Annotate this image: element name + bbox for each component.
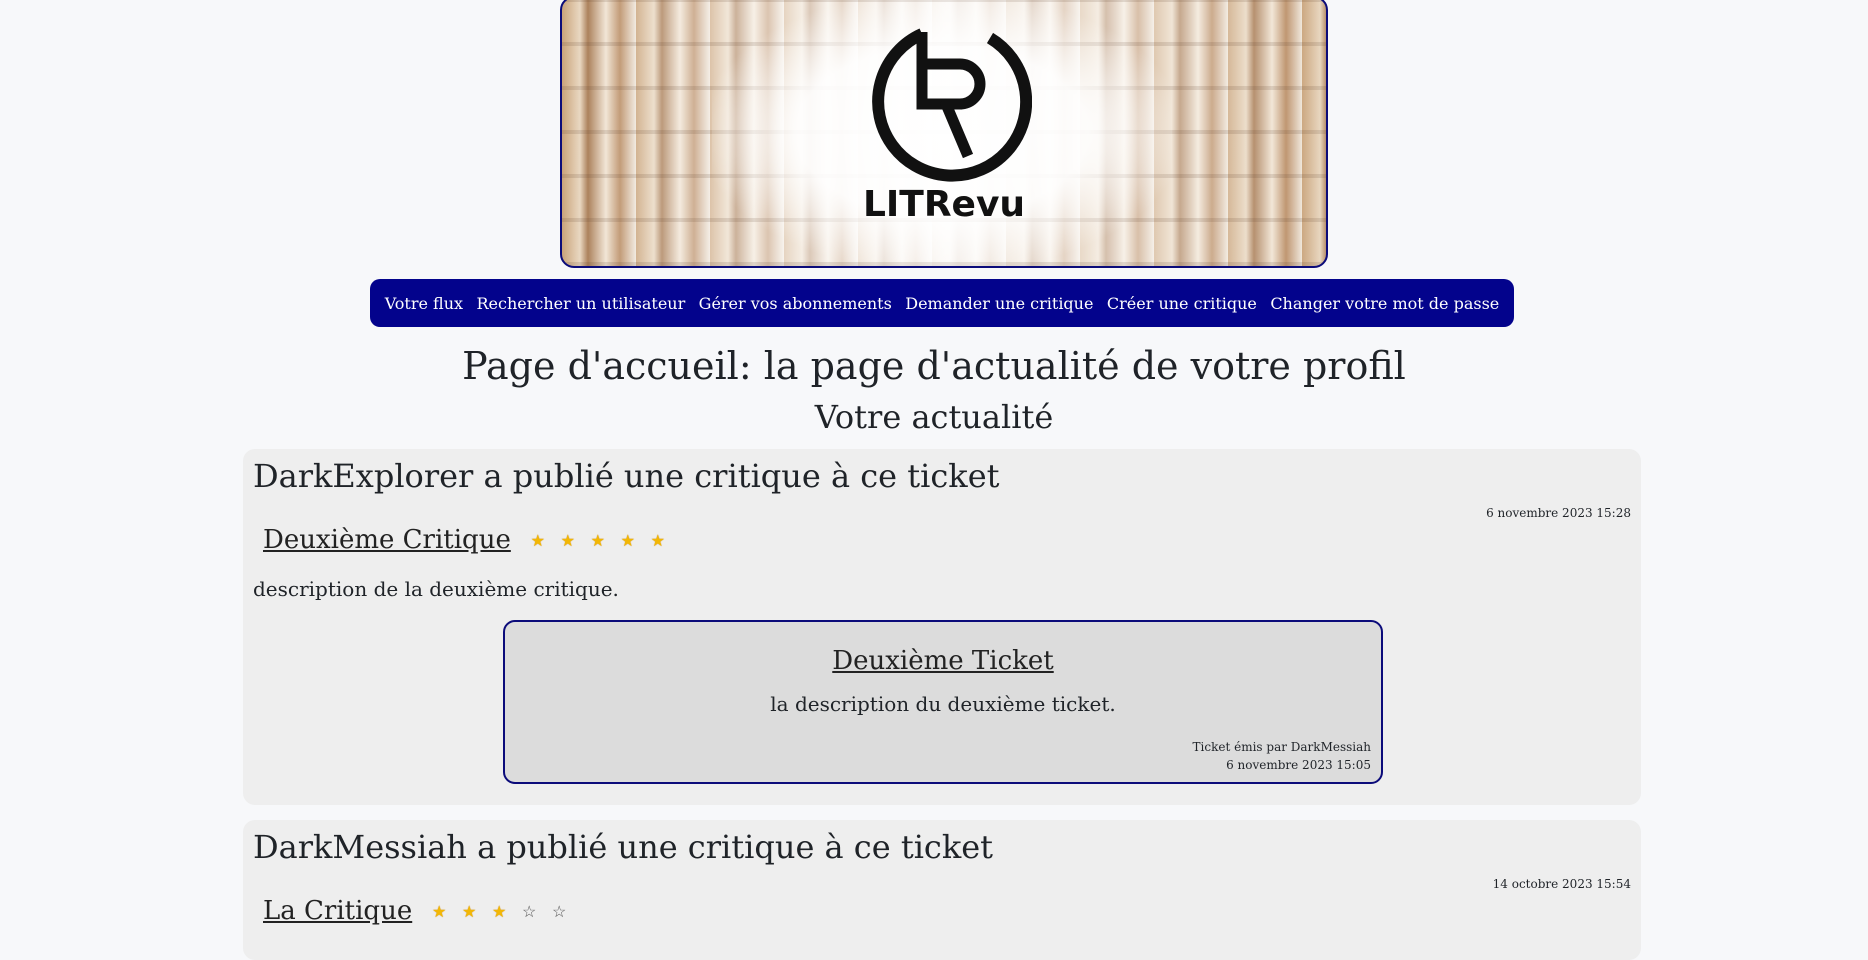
ticket-date: 6 novembre 2023 15:05 (1226, 758, 1371, 772)
post-heading: DarkExplorer a publié une critique à ce … (253, 457, 1000, 495)
review-title-link[interactable]: Deuxième Critique (263, 525, 511, 555)
rating-stars: ★ ★ ★ ★ ★ (523, 531, 673, 550)
star-filled-icon: ★ (650, 530, 665, 550)
nav-rechercher-utilisateur[interactable]: Rechercher un utilisateur (476, 294, 685, 313)
post-date: 6 novembre 2023 15:28 (1486, 506, 1631, 520)
ticket-author: Ticket émis par DarkMessiah (1192, 740, 1371, 754)
ticket-description: la description du deuxième ticket. (770, 692, 1116, 716)
feed-post: DarkMessiah a publié une critique à ce t… (243, 820, 1641, 960)
star-empty-icon: ☆ (552, 901, 567, 921)
header-banner: LITRevu (560, 0, 1328, 268)
nav-gerer-abonnements[interactable]: Gérer vos abonnements (699, 294, 892, 313)
post-heading: DarkMessiah a publié une critique à ce t… (253, 828, 994, 866)
nav-demander-critique[interactable]: Demander une critique (905, 294, 1093, 313)
star-filled-icon: ★ (530, 530, 545, 550)
nav-votre-flux[interactable]: Votre flux (385, 294, 463, 313)
ticket-card: Deuxième Ticket la description du deuxiè… (503, 620, 1383, 784)
page-subtitle: Votre actualité (814, 398, 1054, 436)
rating-stars: ★ ★ ★ ☆ ☆ (424, 902, 574, 921)
main-navigation: Votre flux Rechercher un utilisateur Gér… (370, 279, 1514, 327)
star-filled-icon: ★ (560, 530, 575, 550)
post-date: 14 octobre 2023 15:54 (1492, 877, 1631, 891)
star-filled-icon: ★ (492, 901, 507, 921)
ticket-title-link[interactable]: Deuxième Ticket (505, 646, 1381, 676)
star-filled-icon: ★ (620, 530, 635, 550)
review-title-link[interactable]: La Critique (263, 896, 412, 926)
star-filled-icon: ★ (590, 530, 605, 550)
star-empty-icon: ☆ (522, 901, 537, 921)
litrevu-logo-icon (872, 28, 1032, 182)
nav-creer-critique[interactable]: Créer une critique (1107, 294, 1257, 313)
star-filled-icon: ★ (432, 901, 447, 921)
review-description: description de la deuxième critique. (253, 577, 619, 601)
logo-text: LITRevu (862, 184, 1026, 225)
feed-post: DarkExplorer a publié une critique à ce … (243, 449, 1641, 805)
page-title: Page d'accueil: la page d'actualité de v… (462, 344, 1406, 388)
nav-changer-mot-de-passe[interactable]: Changer votre mot de passe (1270, 294, 1499, 313)
star-filled-icon: ★ (462, 901, 477, 921)
